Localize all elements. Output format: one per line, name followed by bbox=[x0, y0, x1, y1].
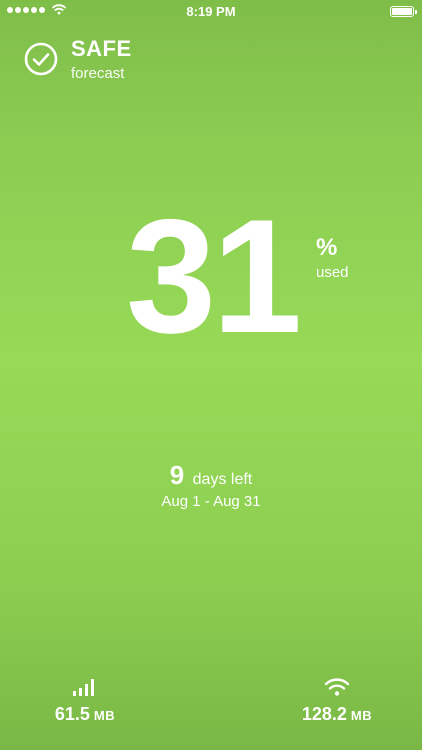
cellular-usage-unit: MB bbox=[93, 708, 116, 723]
battery-icon bbox=[390, 6, 417, 17]
usage-percent-value: 31 bbox=[126, 186, 302, 367]
billing-cycle-range: Aug 1 - Aug 31 bbox=[161, 493, 261, 510]
cellular-usage-value: 61.5 bbox=[54, 704, 90, 724]
status-time: 8:19 PM bbox=[186, 4, 236, 19]
wifi-usage-value: 128.2 bbox=[301, 704, 347, 724]
check-circle-icon bbox=[24, 42, 58, 76]
cellular-usage: 61.5 MB bbox=[25, 676, 145, 725]
days-left-value: 9 bbox=[169, 460, 185, 490]
percent-symbol: % bbox=[316, 234, 338, 261]
percent-label: used bbox=[316, 264, 349, 281]
cellular-bars-icon bbox=[73, 679, 94, 696]
wifi-usage: 128.2 MB bbox=[277, 676, 397, 725]
wifi-usage-unit: MB bbox=[350, 708, 373, 723]
days-left-label: days left bbox=[192, 471, 253, 488]
status-bar: 8:19 PM bbox=[0, 0, 422, 22]
days-left: 9 days left bbox=[0, 460, 422, 491]
state-title: SAFE bbox=[71, 36, 132, 61]
wifi-icon bbox=[324, 678, 350, 696]
state-subtitle: forecast bbox=[71, 65, 125, 82]
